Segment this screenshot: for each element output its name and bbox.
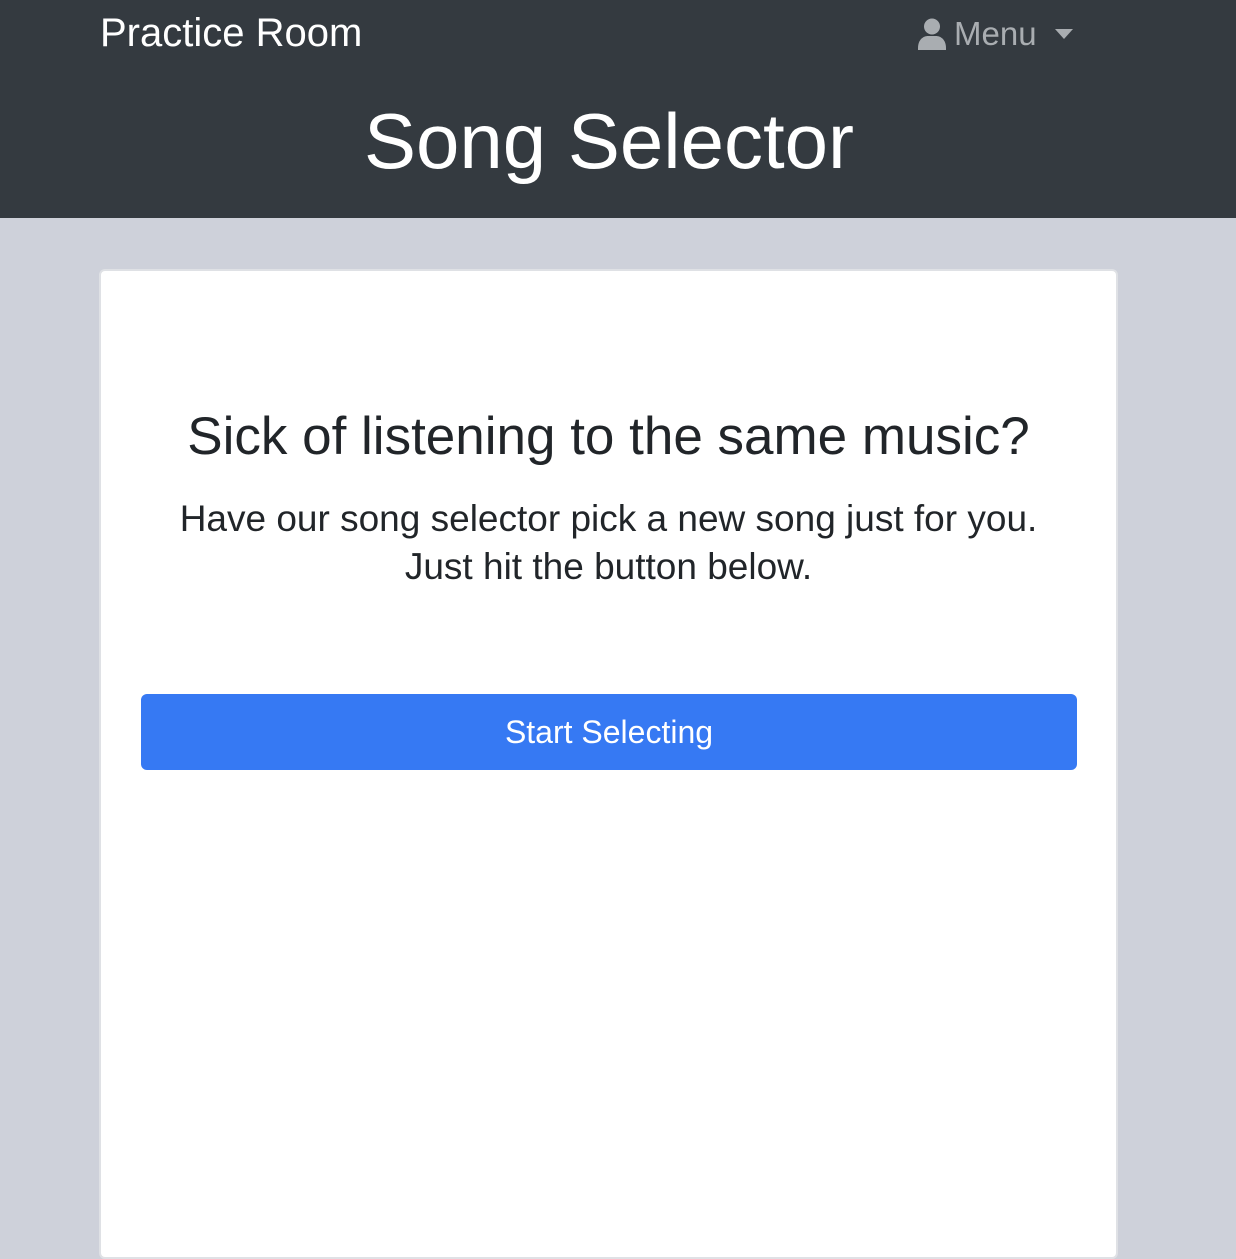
start-selecting-button[interactable]: Start Selecting: [141, 694, 1077, 770]
card-description: Have our song selector pick a new song j…: [101, 495, 1116, 591]
top-navbar: Practice Room Menu Song Selector: [0, 0, 1236, 218]
card-description-line-1: Have our song selector pick a new song j…: [179, 498, 1038, 539]
caret-down-icon: [1054, 29, 1073, 39]
card-headline: Sick of listening to the same music?: [187, 407, 1030, 466]
menu-label: Menu: [954, 15, 1037, 52]
user-icon: [918, 18, 946, 50]
content-card: Sick of listening to the same music? Hav…: [99, 269, 1118, 1259]
menu-dropdown-toggle[interactable]: Menu: [918, 14, 1073, 54]
card-description-line-2: Just hit the button below.: [404, 546, 813, 587]
brand-link[interactable]: Practice Room: [100, 10, 362, 56]
page-title: Song Selector: [364, 97, 854, 185]
